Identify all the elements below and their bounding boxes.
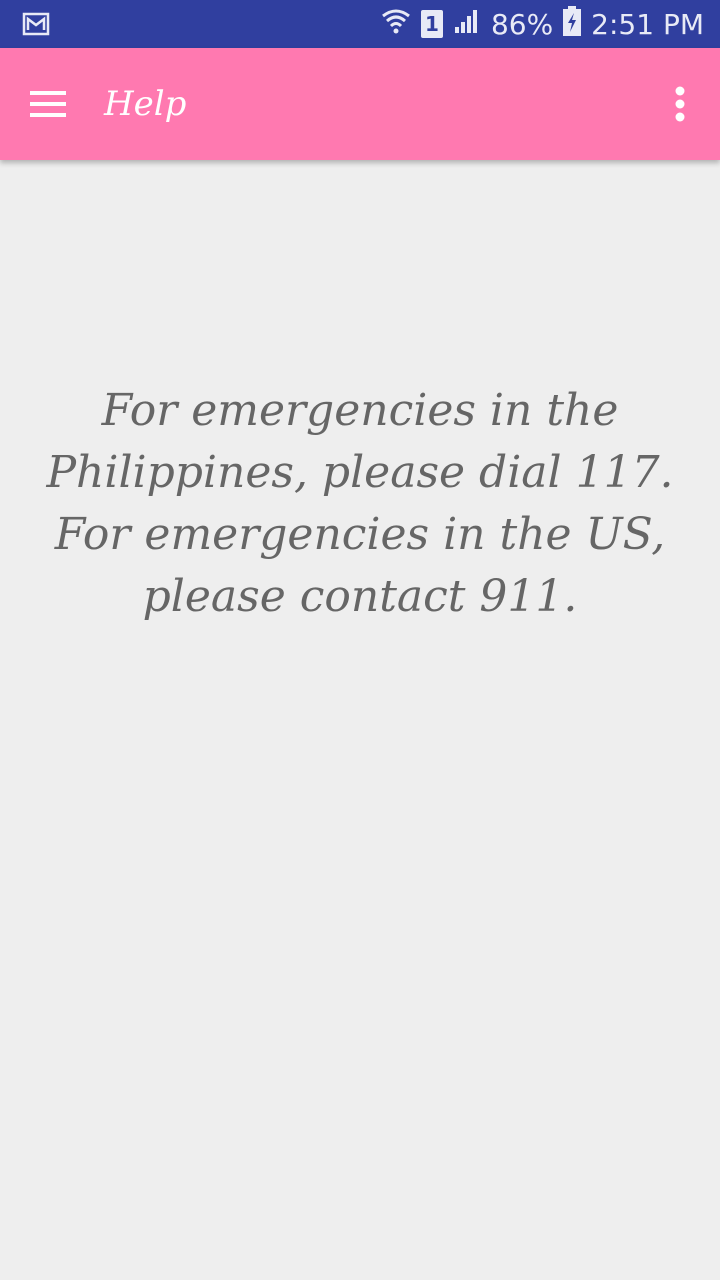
menu-button[interactable] <box>20 76 76 132</box>
battery-percent: 86% <box>490 7 554 41</box>
status-bar: 1 86% 2:51 PM <box>0 0 720 48</box>
app-bar: Help <box>0 48 720 160</box>
overflow-menu-button[interactable] <box>660 76 700 132</box>
more-vert-icon <box>675 86 685 122</box>
philippines-emergency-text: For emergencies in the Philippines, plea… <box>46 385 674 498</box>
signal-icon <box>453 7 481 42</box>
help-content: For emergencies in the Philippines, plea… <box>40 380 680 628</box>
hamburger-menu-icon <box>30 91 66 117</box>
sim-slot-badge: 1 <box>420 10 443 38</box>
clock: 2:51 PM <box>591 7 704 41</box>
battery-charging-icon <box>563 5 582 43</box>
status-indicators: 1 86% 2:51 PM <box>381 0 704 48</box>
page-title: Help <box>104 84 187 124</box>
us-emergency-text: For emergencies in the US, please contac… <box>54 509 666 622</box>
gmail-notification-icon <box>22 10 50 42</box>
wifi-icon <box>381 7 411 42</box>
